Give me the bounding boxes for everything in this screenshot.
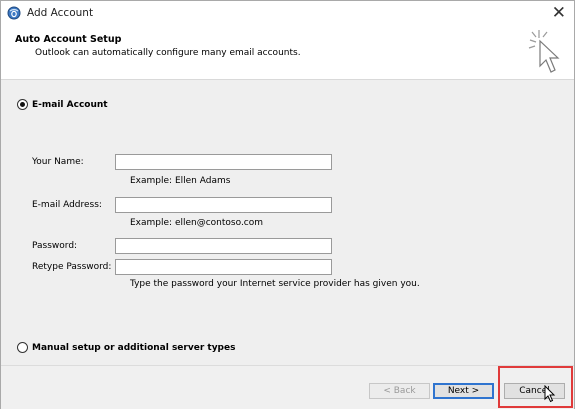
close-icon[interactable]: ✕ <box>552 3 566 23</box>
outlook-app-icon <box>7 6 21 20</box>
email-address-label: E-mail Address: <box>32 200 102 210</box>
password-hint: Type the password your Internet service … <box>130 279 420 289</box>
page-title: Auto Account Setup <box>15 34 122 45</box>
your-name-label: Your Name: <box>32 157 84 167</box>
wizard-header: Auto Account Setup Outlook can automatic… <box>1 26 574 80</box>
email-address-input[interactable] <box>115 197 332 213</box>
email-address-hint: Example: ellen@contoso.com <box>130 218 264 228</box>
password-label: Password: <box>32 241 78 251</box>
manual-setup-label: Manual setup or additional server types <box>32 342 236 353</box>
your-name-hint: Example: Ellen Adams <box>130 176 231 186</box>
next-button[interactable]: Next > <box>433 383 494 399</box>
mouse-cursor-icon <box>544 385 556 403</box>
email-account-radio[interactable] <box>17 99 28 110</box>
email-account-label: E-mail Account <box>32 99 108 110</box>
manual-setup-option[interactable]: Manual setup or additional server types <box>17 342 235 353</box>
wizard-sparkle-icon <box>528 30 560 73</box>
window-title: Add Account <box>27 7 94 19</box>
wizard-body: E-mail Account Your Name: Example: Ellen… <box>1 80 574 365</box>
password-input[interactable] <box>115 238 332 254</box>
back-button[interactable]: < Back <box>369 383 430 399</box>
title-bar: Add Account ✕ <box>1 1 574 26</box>
your-name-input[interactable] <box>115 154 332 170</box>
add-account-dialog: Add Account ✕ Auto Account Setup Outlook… <box>0 0 575 409</box>
cancel-highlight-box <box>498 366 573 408</box>
page-subtitle: Outlook can automatically configure many… <box>35 48 301 58</box>
wizard-footer: < Back Next > Cancel <box>1 365 574 409</box>
manual-setup-radio[interactable] <box>17 342 28 353</box>
email-account-option[interactable]: E-mail Account <box>17 99 108 110</box>
retype-password-input[interactable] <box>115 259 332 275</box>
retype-password-label: Retype Password: <box>32 262 112 272</box>
